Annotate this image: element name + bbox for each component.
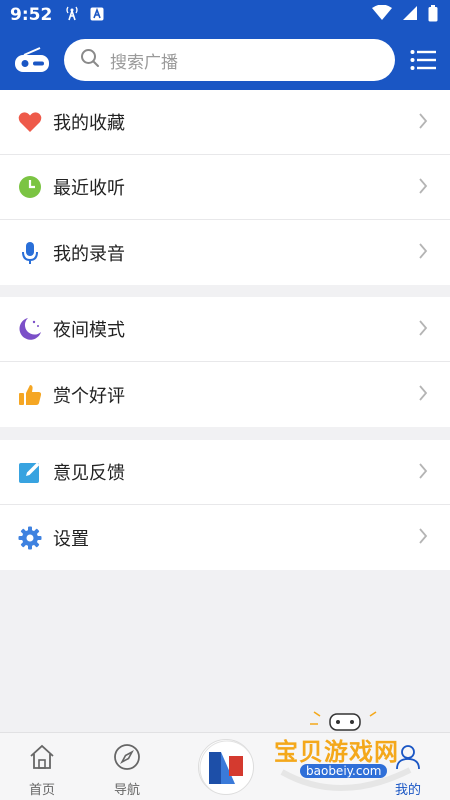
settings-group-1: 我的收藏 最近收听 我的录音	[0, 90, 450, 285]
thumbs-up-icon	[18, 383, 42, 407]
clock-icon	[18, 175, 42, 199]
settings-group-2: 夜间模式 赏个好评	[0, 297, 450, 427]
row-label: 我的录音	[53, 243, 125, 265]
row-label: 夜间模式	[53, 320, 125, 341]
watermark-title: 宝贝游戏网	[274, 738, 399, 766]
row-rate-app[interactable]: 赏个好评	[0, 362, 450, 427]
watermark-url: baobeiy.com	[300, 764, 388, 778]
moon-icon	[18, 317, 42, 341]
status-bar: 9:52	[0, 0, 450, 30]
center-logo-button[interactable]	[198, 739, 254, 795]
station-logo-icon	[199, 740, 253, 794]
chevron-right-icon	[418, 527, 428, 549]
radio-icon[interactable]	[14, 46, 50, 78]
row-favorites[interactable]: 我的收藏	[0, 90, 450, 155]
row-label: 我的收藏	[53, 113, 125, 134]
nav-navigation[interactable]: 导航	[97, 743, 157, 798]
chevron-right-icon	[418, 177, 428, 199]
gear-icon	[18, 526, 42, 550]
chevron-right-icon	[418, 384, 428, 406]
edit-icon	[18, 460, 42, 484]
settings-group-3: 意见反馈 设置	[0, 440, 450, 570]
row-recent[interactable]: 最近收听	[0, 155, 450, 220]
row-label: 赏个好评	[53, 385, 125, 407]
home-icon	[28, 743, 56, 775]
row-label: 设置	[53, 528, 89, 550]
chevron-right-icon	[418, 462, 428, 484]
nav-label: 首页	[28, 783, 55, 798]
search-icon	[80, 48, 100, 72]
chevron-right-icon	[418, 319, 428, 341]
status-time: 9:52	[10, 5, 53, 25]
top-bar: 搜索广播	[0, 30, 450, 90]
search-input[interactable]: 搜索广播	[64, 39, 395, 81]
watermark-logo: 宝贝游戏网 baobeiy.com	[270, 710, 420, 800]
menu-list-icon[interactable]	[410, 49, 436, 75]
battery-icon	[428, 4, 438, 26]
antenna-icon	[64, 5, 80, 25]
row-label: 意见反馈	[53, 463, 125, 484]
notification-a-icon	[90, 6, 104, 25]
row-night-mode[interactable]: 夜间模式	[0, 297, 450, 362]
row-feedback[interactable]: 意见反馈	[0, 440, 450, 505]
compass-icon	[113, 743, 141, 775]
search-placeholder: 搜索广播	[110, 52, 178, 73]
signal-icon	[402, 5, 418, 25]
nav-home[interactable]: 首页	[12, 743, 72, 798]
row-settings[interactable]: 设置	[0, 505, 450, 570]
chevron-right-icon	[418, 242, 428, 264]
row-recordings[interactable]: 我的录音	[0, 220, 450, 285]
row-label: 最近收听	[53, 178, 125, 199]
chevron-right-icon	[418, 112, 428, 134]
nav-label: 导航	[113, 783, 140, 798]
wifi-icon	[372, 4, 392, 25]
heart-icon	[18, 110, 42, 134]
microphone-icon	[18, 241, 42, 265]
